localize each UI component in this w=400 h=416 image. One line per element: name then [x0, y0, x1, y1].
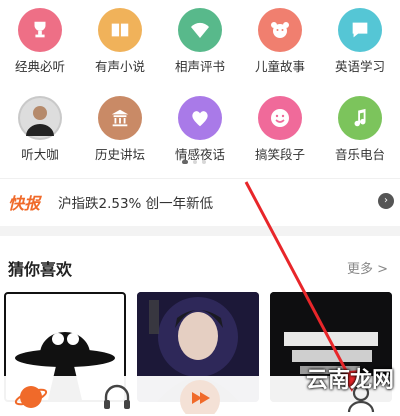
- planet-icon[interactable]: [14, 380, 48, 414]
- watermark: 云南龙网: [305, 368, 394, 393]
- category-item[interactable]: 儿童故事: [248, 0, 328, 90]
- category-row-1: 经典必听 有声小说 相声评书 儿童故事 英语学习: [0, 0, 400, 90]
- play-icon[interactable]: [180, 380, 220, 416]
- abc-icon: [338, 8, 382, 52]
- category-item[interactable]: 有声小说: [88, 0, 168, 90]
- category-label: 有声小说: [94, 59, 145, 74]
- page-dot-active: [182, 160, 188, 164]
- headphones-icon[interactable]: [100, 380, 134, 414]
- page-dot: [202, 160, 206, 164]
- chevron-right-icon[interactable]: ›: [378, 193, 394, 209]
- page-dot: [193, 160, 197, 164]
- category-label: 英语学习: [334, 59, 385, 74]
- section-divider: [0, 226, 400, 236]
- trophy-icon: [18, 8, 62, 52]
- category-label: 儿童故事: [254, 59, 305, 74]
- section-title: 猜你喜欢: [8, 260, 73, 279]
- more-link[interactable]: 更多 >: [347, 258, 388, 277]
- category-item[interactable]: 经典必听: [8, 0, 88, 90]
- page-indicator: [0, 160, 400, 166]
- news-tag: 快报: [8, 194, 41, 213]
- music-icon: [338, 96, 382, 140]
- bear-icon: [258, 8, 302, 52]
- category-item[interactable]: 相声评书: [168, 0, 248, 90]
- fan-icon: [178, 8, 222, 52]
- news-banner[interactable]: 快报 沪指跌2.53% 创一年新低 ›: [0, 178, 400, 226]
- heart-icon: [178, 96, 222, 140]
- news-headline[interactable]: 沪指跌2.53% 创一年新低: [58, 192, 213, 212]
- smile-icon: [258, 96, 302, 140]
- temple-icon: [98, 96, 142, 140]
- category-label: 经典必听: [14, 59, 65, 74]
- book-icon: [98, 8, 142, 52]
- avatar-icon: [18, 96, 62, 140]
- category-item[interactable]: 英语学习: [328, 0, 400, 90]
- category-label: 相声评书: [174, 59, 225, 74]
